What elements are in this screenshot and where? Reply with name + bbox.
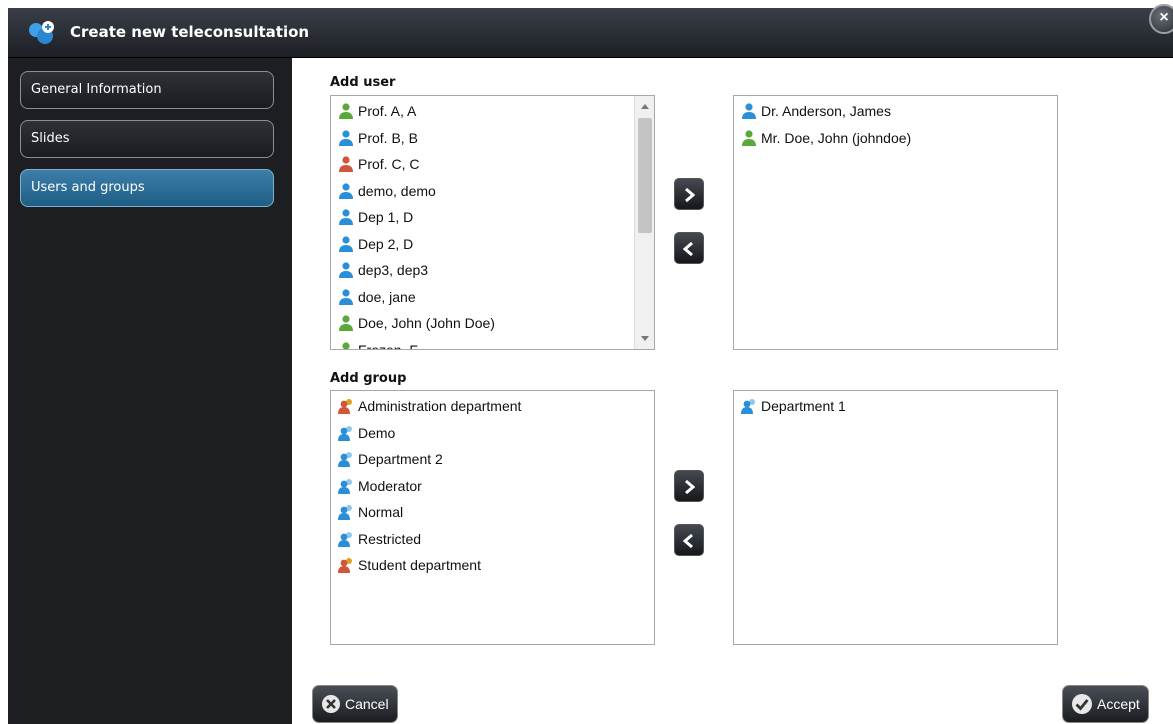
- list-item-label: Dr. Anderson, James: [761, 103, 891, 120]
- list-item[interactable]: Student department: [331, 552, 654, 579]
- user-blue-icon: [742, 103, 756, 120]
- user-blue-icon: [339, 262, 353, 279]
- window-title: Create new teleconsultation: [70, 23, 310, 41]
- checkmark-circle-icon: [1072, 694, 1092, 714]
- users-list-scrollbar[interactable]: [634, 96, 654, 349]
- sidebar-item-label: General Information: [31, 82, 162, 97]
- title-bar: Create new teleconsultation: [8, 8, 1173, 58]
- sidebar-item-slides[interactable]: Slides: [20, 120, 274, 158]
- sidebar: General Information Slides Users and gro…: [8, 58, 292, 724]
- group-red-icon: [338, 399, 352, 415]
- scroll-thumb[interactable]: [638, 118, 652, 233]
- user-green-icon: [342, 342, 350, 349]
- available-users-list[interactable]: Prof. A, A Prof. B, B Prof. C, C demo, d…: [330, 95, 655, 350]
- sidebar-item-label: Users and groups: [31, 180, 145, 195]
- list-item[interactable]: Prof. B, B: [331, 125, 654, 152]
- list-item-label: Frozen, F: [358, 341, 418, 350]
- group-blue-icon: [741, 399, 755, 415]
- selected-groups-list[interactable]: Department 1: [733, 390, 1058, 645]
- chevron-right-icon: [685, 479, 696, 495]
- available-users-rows: Prof. A, A Prof. B, B Prof. C, C demo, d…: [331, 96, 654, 350]
- user-blue-icon: [339, 209, 353, 226]
- list-item[interactable]: Dep 2, D: [331, 231, 654, 258]
- user-green-icon: [339, 103, 353, 120]
- list-item-label: demo, demo: [358, 182, 436, 199]
- user-blue-icon: [339, 236, 353, 252]
- list-item-label: Prof. B, B: [358, 129, 418, 146]
- list-item[interactable]: dep3, dep3: [331, 257, 654, 284]
- group-blue-icon: [338, 478, 352, 494]
- add-user-label: Add user: [330, 75, 396, 90]
- list-item[interactable]: Dr. Anderson, James: [734, 98, 1057, 125]
- list-item[interactable]: Restricted: [331, 526, 654, 553]
- add-group-label: Add group: [330, 371, 407, 386]
- list-item[interactable]: demo, demo: [331, 178, 654, 205]
- accept-button-label: Accept: [1097, 696, 1140, 712]
- list-item[interactable]: doe, jane: [331, 284, 654, 311]
- remove-group-button[interactable]: [674, 524, 704, 556]
- cancel-button[interactable]: Cancel: [312, 685, 398, 723]
- list-item[interactable]: Mr. Doe, John (johndoe): [734, 125, 1057, 152]
- list-item-label: Mr. Doe, John (johndoe): [761, 129, 912, 146]
- accept-button[interactable]: Accept: [1062, 685, 1149, 723]
- close-icon: ×: [1159, 9, 1169, 26]
- close-button[interactable]: ×: [1149, 4, 1173, 34]
- list-item-label: Moderator: [358, 477, 422, 494]
- list-item-label: Administration department: [358, 398, 522, 415]
- list-item-label: Demo: [358, 424, 396, 441]
- list-item[interactable]: Department 2: [331, 446, 654, 473]
- list-item[interactable]: Administration department: [331, 393, 654, 420]
- list-item[interactable]: Prof. C, C: [331, 151, 654, 178]
- list-item-label: Prof. A, A: [358, 103, 417, 120]
- remove-user-button[interactable]: [674, 232, 704, 264]
- group-blue-icon: [338, 425, 352, 441]
- available-groups-list[interactable]: Administration department Demo Departmen…: [330, 390, 655, 645]
- group-blue-icon: [338, 531, 352, 547]
- list-item-label: Restricted: [358, 530, 422, 547]
- sidebar-item-general-information[interactable]: General Information: [20, 71, 274, 109]
- add-group-button[interactable]: [674, 470, 704, 502]
- scroll-down-icon[interactable]: [641, 336, 649, 341]
- list-item-label: Prof. C, C: [358, 156, 420, 173]
- user-red-icon: [339, 156, 353, 173]
- list-item[interactable]: Doe, John (John Doe): [331, 310, 654, 337]
- selected-users-list[interactable]: Dr. Anderson, James Mr. Doe, John (johnd…: [733, 95, 1058, 350]
- list-item-label: Normal: [358, 504, 404, 521]
- list-item[interactable]: Frozen, F: [331, 337, 654, 350]
- content-area: Add user Prof. A, A Prof. B, B Prof. C, …: [292, 58, 1173, 724]
- list-item-label: Dep 2, D: [358, 235, 414, 252]
- sidebar-item-label: Slides: [31, 131, 70, 146]
- sidebar-item-users-and-groups[interactable]: Users and groups: [20, 169, 274, 207]
- group-blue-icon: [338, 452, 352, 468]
- list-item[interactable]: Dep 1, D: [331, 204, 654, 231]
- list-item-label: Dep 1, D: [358, 209, 414, 226]
- scroll-up-icon[interactable]: [641, 104, 649, 109]
- list-item[interactable]: Normal: [331, 499, 654, 526]
- add-user-button[interactable]: [674, 178, 704, 210]
- user-green-icon: [742, 130, 756, 146]
- list-item[interactable]: Prof. A, A: [331, 98, 654, 125]
- teleconsultation-icon: [29, 21, 54, 44]
- list-item-label: Student department: [358, 557, 481, 574]
- chevron-left-icon: [682, 533, 693, 549]
- user-green-icon: [339, 315, 353, 332]
- list-item-label: Department 2: [358, 451, 443, 468]
- group-blue-icon: [338, 505, 352, 521]
- list-item-label: Doe, John (John Doe): [358, 315, 495, 332]
- list-item[interactable]: Department 1: [734, 393, 1057, 420]
- list-item[interactable]: Moderator: [331, 473, 654, 500]
- list-item-label: doe, jane: [358, 288, 416, 305]
- chevron-right-icon: [685, 187, 696, 203]
- chevron-left-icon: [682, 241, 693, 257]
- user-blue-icon: [339, 183, 353, 199]
- user-blue-icon: [339, 130, 353, 146]
- list-item[interactable]: Demo: [331, 420, 654, 447]
- group-red-icon: [338, 558, 352, 574]
- user-blue-icon: [339, 289, 353, 305]
- close-circle-icon: [322, 695, 340, 713]
- list-item-label: dep3, dep3: [358, 262, 429, 279]
- list-item-label: Department 1: [761, 398, 846, 415]
- cancel-button-label: Cancel: [345, 696, 389, 712]
